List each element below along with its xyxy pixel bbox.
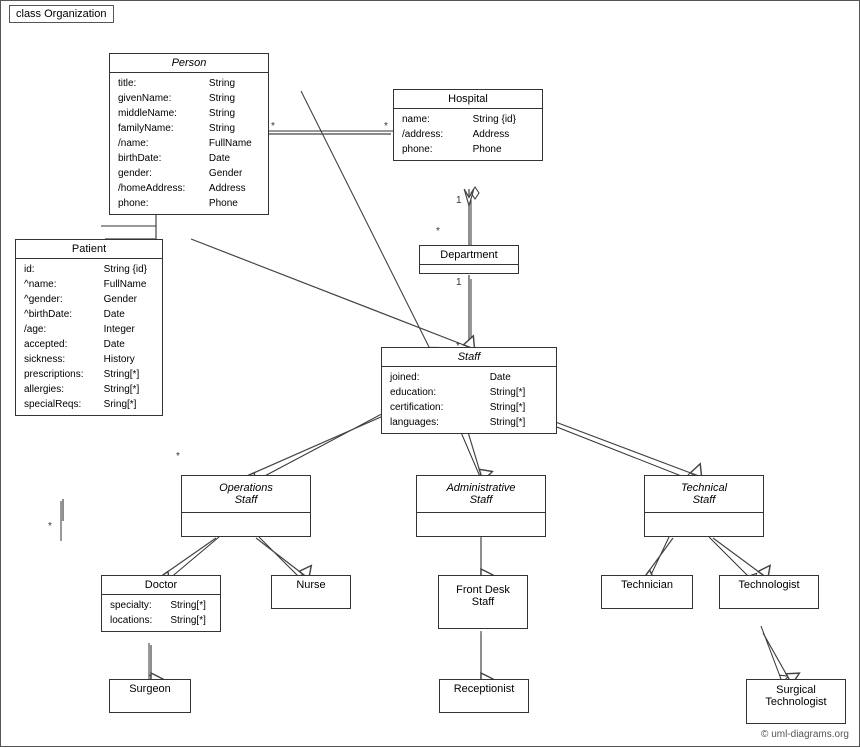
receptionist-class: Receptionist — [439, 679, 529, 713]
multiplicity-star-hospital: * — [384, 121, 388, 132]
technician-class: Technician — [601, 575, 693, 609]
nurse-class: Nurse — [271, 575, 351, 609]
person-class: Person title:String givenName:String mid… — [109, 53, 269, 215]
patient-class: Patient id:String {id} ^name:FullName ^g… — [15, 239, 163, 416]
multiplicity-star-ops: * — [176, 451, 180, 462]
operations-staff-class: OperationsStaff — [181, 475, 311, 537]
surgeon-header: Surgeon — [110, 680, 190, 698]
staff-class: Staff joined:Date education:String[*] ce… — [381, 347, 557, 434]
staff-class-body: joined:Date education:String[*] certific… — [382, 367, 556, 433]
diagram-title: class Organization — [9, 5, 114, 23]
hospital-class-body: name:String {id} /address:Address phone:… — [394, 109, 542, 160]
doctor-class: Doctor specialty:String[*] locations:Str… — [101, 575, 221, 632]
person-class-header: Person — [110, 54, 268, 73]
copyright-text: © uml-diagrams.org — [761, 729, 849, 740]
administrative-staff-header: AdministrativeStaff — [417, 476, 545, 513]
patient-class-header: Patient — [16, 240, 162, 259]
surgeon-class: Surgeon — [109, 679, 191, 713]
technician-header: Technician — [602, 576, 692, 594]
person-class-body: title:String givenName:String middleName… — [110, 73, 268, 214]
receptionist-header: Receptionist — [440, 680, 528, 698]
patient-class-body: id:String {id} ^name:FullName ^gender:Ge… — [16, 259, 162, 415]
department-class-body — [420, 265, 518, 273]
multiplicity-star-patient: * — [48, 521, 52, 532]
technologist-header: Technologist — [720, 576, 818, 594]
multiplicity-1-hospital: 1 — [456, 195, 462, 206]
multiplicity-1-dept: 1 — [456, 277, 462, 288]
multiplicity-star-dept: * — [436, 226, 440, 237]
hospital-class: Hospital name:String {id} /address:Addre… — [393, 89, 543, 161]
technical-staff-header: TechnicalStaff — [645, 476, 763, 513]
nurse-header: Nurse — [272, 576, 350, 594]
doctor-header: Doctor — [102, 576, 220, 595]
surgical-technologist-class: SurgicalTechnologist — [746, 679, 846, 724]
technical-staff-class: TechnicalStaff — [644, 475, 764, 537]
front-desk-staff-class: Front DeskStaff — [438, 575, 528, 629]
department-class-header: Department — [420, 246, 518, 265]
technologist-class: Technologist — [719, 575, 819, 609]
front-desk-staff-header: Front DeskStaff — [439, 576, 527, 616]
surgical-technologist-header: SurgicalTechnologist — [747, 680, 845, 712]
uml-diagram: class Organization — [0, 0, 860, 747]
administrative-staff-class: AdministrativeStaff — [416, 475, 546, 537]
operations-staff-header: OperationsStaff — [182, 476, 310, 513]
doctor-body: specialty:String[*] locations:String[*] — [102, 595, 220, 631]
multiplicity-star-person: * — [271, 121, 275, 132]
staff-class-header: Staff — [382, 348, 556, 367]
department-class: Department — [419, 245, 519, 274]
hospital-class-header: Hospital — [394, 90, 542, 109]
